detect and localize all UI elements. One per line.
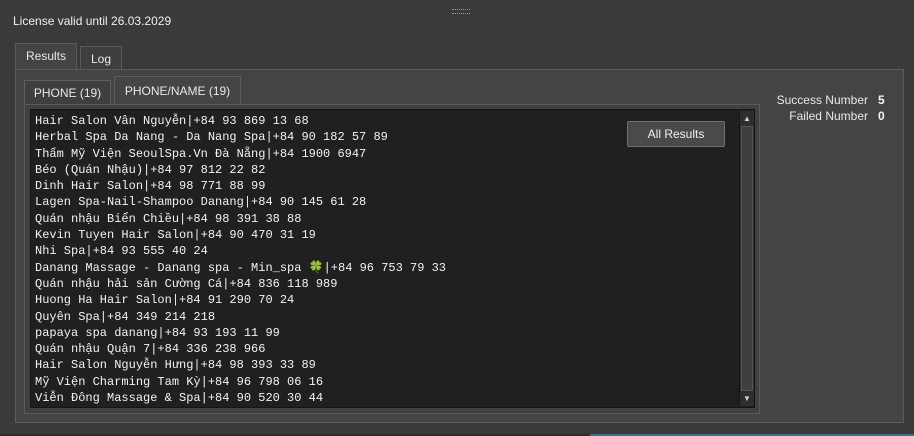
results-list: Hair Salon Vân Nguyễn|+84 93 869 13 68 He… [35,113,446,406]
result-line: Béo (Quán Nhậu)|+84 97 812 22 82 [35,162,266,177]
result-line: Lagen Spa-Nail-Shampoo Danang|+84 90 145… [35,195,367,210]
result-line: Quán nhậu hải sản Cường Cá|+84 836 118 9… [35,276,338,291]
result-line: papaya spa danang|+84 93 193 11 99 [35,325,280,340]
result-line: Hair Salon Vân Nguyễn|+84 93 869 13 68 [35,114,309,128]
tab-phone-name[interactable]: PHONE/NAME (19) [114,76,241,105]
result-line: Mỹ Viện Charming Tam Kỳ|+84 96 798 06 16 [35,374,324,389]
tab-log[interactable]: Log [80,46,122,70]
failed-number-label: Failed Number [789,109,868,123]
results-scrollbar[interactable]: ▲ ▼ [739,111,754,406]
tab-phone[interactable]: PHONE (19) [24,80,111,105]
result-line: Thẩm Mỹ Viện SeoulSpa.Vn Đà Nẵng|+84 190… [35,146,367,161]
result-line: Quán nhậu Biển Chiều|+84 98 391 38 88 [35,211,302,226]
results-textarea[interactable]: Hair Salon Vân Nguyễn|+84 93 869 13 68 He… [30,109,755,408]
license-status: License valid until 26.03.2029 [13,14,172,28]
result-line: Viễn Đông Massage & Spa|+84 90 520 30 44 [35,391,324,406]
result-line: Dinh Hair Salon|+84 98 771 88 99 [35,179,266,194]
result-line: Kevin Tuyen Hair Salon|+84 90 470 31 19 [35,228,316,243]
scroll-up-arrow-icon[interactable]: ▲ [741,112,753,125]
result-line: Quán nhậu Quận 7|+84 336 238 966 [35,342,266,357]
all-results-button[interactable]: All Results [627,121,725,147]
result-line: Huong Ha Hair Salon|+84 91 290 70 24 [35,293,295,308]
result-line: Hair Salon Nguyễn Hưng|+84 98 393 33 89 [35,358,316,373]
scroll-down-arrow-icon[interactable]: ▼ [741,392,753,405]
success-number-label: Success Number [776,93,868,107]
tab-results[interactable]: Results [15,43,77,70]
result-line: Quyên Spa|+84 349 214 218 [35,309,216,324]
result-line: Danang Massage - Danang spa - Min_spa 🍀|… [35,260,447,275]
result-line: Nhi Spa|+84 93 555 40 24 [35,244,208,259]
failed-number-value: 0 [878,109,885,123]
scrollbar-thumb[interactable] [741,126,753,391]
drag-handle-icon[interactable] [452,9,470,14]
success-number-value: 5 [878,93,885,107]
result-line: Herbal Spa Da Nang - Da Nang Spa|+84 90 … [35,130,388,145]
